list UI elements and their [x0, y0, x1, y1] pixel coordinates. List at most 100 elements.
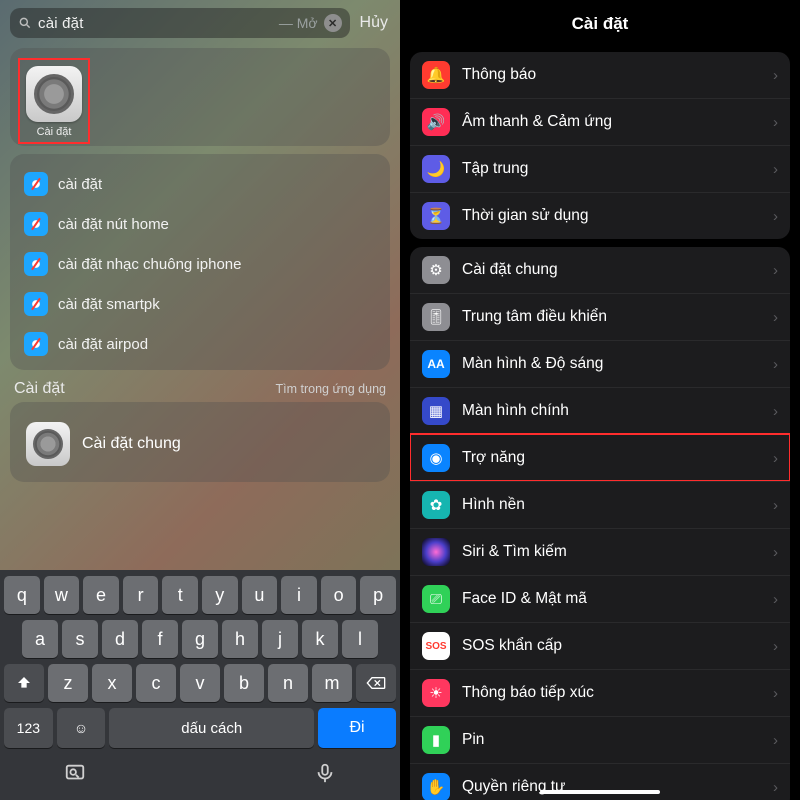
recent-search-icon[interactable]: [64, 762, 86, 784]
go-key[interactable]: Đi: [318, 708, 396, 748]
chevron-right-icon: ›: [773, 638, 778, 655]
suggestion-text: cài đặt airpod: [58, 336, 148, 353]
settings-row-label: Cài đặt chung: [462, 261, 761, 279]
settings-row-label: Hình nền: [462, 496, 761, 514]
dictation-icon[interactable]: [314, 762, 336, 784]
chevron-right-icon: ›: [773, 208, 778, 225]
settings-row-label: Màn hình chính: [462, 402, 761, 420]
settings-row-label: SOS khẩn cấp: [462, 637, 761, 655]
suggestion-item[interactable]: cài đặt smartpk: [18, 284, 382, 324]
key-a[interactable]: a: [22, 620, 58, 658]
settings-row-label: Âm thanh & Cảm ứng: [462, 113, 761, 131]
key-u[interactable]: u: [242, 576, 278, 614]
app-result-settings[interactable]: Cài đặt: [18, 58, 90, 144]
key-n[interactable]: n: [268, 664, 308, 702]
page-title: Cài đặt: [400, 0, 800, 44]
settings-app-icon: [26, 422, 70, 466]
suggestion-text: cài đặt: [58, 176, 102, 193]
suggestion-item[interactable]: cài đặt: [18, 164, 382, 204]
key-r[interactable]: r: [123, 576, 159, 614]
search-in-app-link[interactable]: Tìm trong ứng dụng: [275, 382, 386, 396]
safari-icon: [24, 252, 48, 276]
chevron-right-icon: ›: [773, 114, 778, 131]
safari-icon: [24, 212, 48, 236]
dock-row: [4, 754, 396, 796]
suggestion-item[interactable]: cài đặt nút home: [18, 204, 382, 244]
clear-search-icon[interactable]: ✕: [324, 14, 342, 32]
home-indicator[interactable]: [540, 790, 660, 794]
key-i[interactable]: i: [281, 576, 317, 614]
settings-row-label: Trợ năng: [462, 449, 761, 467]
settings-row-AA[interactable]: AAMàn hình & Độ sáng›: [410, 340, 790, 387]
numeric-key[interactable]: 123: [4, 708, 53, 748]
key-d[interactable]: d: [102, 620, 138, 658]
key-g[interactable]: g: [182, 620, 218, 658]
chevron-right-icon: ›: [773, 309, 778, 326]
settings-row-gear[interactable]: ⚙Cài đặt chung›: [410, 247, 790, 293]
key-v[interactable]: v: [180, 664, 220, 702]
key-h[interactable]: h: [222, 620, 258, 658]
key-q[interactable]: q: [4, 576, 40, 614]
emoji-key[interactable]: ☺: [57, 708, 106, 748]
settings-row-label: Thông báo tiếp xúc: [462, 684, 761, 702]
key-m[interactable]: m: [312, 664, 352, 702]
chevron-right-icon: ›: [773, 262, 778, 279]
top-result-card: Cài đặt: [10, 48, 390, 146]
section-header: Cài đặt Tìm trong ứng dụng: [0, 378, 400, 400]
search-field[interactable]: cài đặt — Mở ✕: [10, 8, 350, 38]
key-b[interactable]: b: [224, 664, 264, 702]
key-p[interactable]: p: [360, 576, 396, 614]
chevron-right-icon: ›: [773, 403, 778, 420]
search-icon: [18, 16, 32, 30]
key-t[interactable]: t: [162, 576, 198, 614]
settings-row-moon[interactable]: 🌙Tập trung›: [410, 145, 790, 192]
keyboard: qwertyuiop asdfghjkl zxcvbnm 123 ☺ dấu c…: [0, 570, 400, 800]
suggestion-item[interactable]: cài đặt airpod: [18, 324, 382, 364]
spotlight-search-screen: cài đặt — Mở ✕ Hủy Cài đặt cài đặt cài đặ…: [0, 0, 400, 800]
settings-row-person[interactable]: ◉Trợ năng›: [410, 434, 790, 481]
key-e[interactable]: e: [83, 576, 119, 614]
result-label: Cài đặt chung: [82, 435, 181, 453]
shift-key[interactable]: [4, 664, 44, 702]
backspace-key[interactable]: [356, 664, 396, 702]
settings-row-face[interactable]: ⎚Face ID & Mật mã›: [410, 575, 790, 622]
settings-row-SOS[interactable]: SOSSOS khẩn cấp›: [410, 622, 790, 669]
key-w[interactable]: w: [44, 576, 80, 614]
chevron-right-icon: ›: [773, 685, 778, 702]
key-l[interactable]: l: [342, 620, 378, 658]
chevron-right-icon: ›: [773, 779, 778, 796]
settings-row-label: Siri & Tìm kiếm: [462, 543, 761, 561]
settings-row-grid[interactable]: ▦Màn hình chính›: [410, 387, 790, 434]
key-c[interactable]: c: [136, 664, 176, 702]
chevron-right-icon: ›: [773, 356, 778, 373]
key-s[interactable]: s: [62, 620, 98, 658]
settings-row-label: Trung tâm điều khiển: [462, 308, 761, 326]
settings-row-sliders[interactable]: 🎚Trung tâm điều khiển›: [410, 293, 790, 340]
settings-group-general: ⚙Cài đặt chung›🎚Trung tâm điều khiển›AAM…: [410, 247, 790, 800]
settings-row-exposure[interactable]: ☀Thông báo tiếp xúc›: [410, 669, 790, 716]
settings-row-hourglass[interactable]: ⏳Thời gian sử dụng›: [410, 192, 790, 239]
key-f[interactable]: f: [142, 620, 178, 658]
settings-row-speaker[interactable]: 🔊Âm thanh & Cảm ứng›: [410, 98, 790, 145]
suggestion-item[interactable]: cài đặt nhạc chuông iphone: [18, 244, 382, 284]
key-o[interactable]: o: [321, 576, 357, 614]
settings-row-flower[interactable]: ✿Hình nền›: [410, 481, 790, 528]
chevron-right-icon: ›: [773, 161, 778, 178]
key-k[interactable]: k: [302, 620, 338, 658]
settings-row-hand[interactable]: ✋Quyền riêng tư›: [410, 763, 790, 800]
search-query-text: cài đặt: [38, 15, 273, 32]
space-key[interactable]: dấu cách: [109, 708, 314, 748]
key-j[interactable]: j: [262, 620, 298, 658]
cancel-button[interactable]: Hủy: [358, 14, 390, 32]
key-x[interactable]: x: [92, 664, 132, 702]
key-z[interactable]: z: [48, 664, 88, 702]
settings-row-siri[interactable]: Siri & Tìm kiếm›: [410, 528, 790, 575]
settings-row-battery[interactable]: ▮Pin›: [410, 716, 790, 763]
key-y[interactable]: y: [202, 576, 238, 614]
result-row-general[interactable]: Cài đặt chung: [18, 412, 382, 476]
suggestion-text: cài đặt nút home: [58, 216, 169, 233]
settings-row-label: Thời gian sử dụng: [462, 207, 761, 225]
chevron-right-icon: ›: [773, 732, 778, 749]
settings-row-bell[interactable]: 🔔Thông báo›: [410, 52, 790, 98]
chevron-right-icon: ›: [773, 450, 778, 467]
